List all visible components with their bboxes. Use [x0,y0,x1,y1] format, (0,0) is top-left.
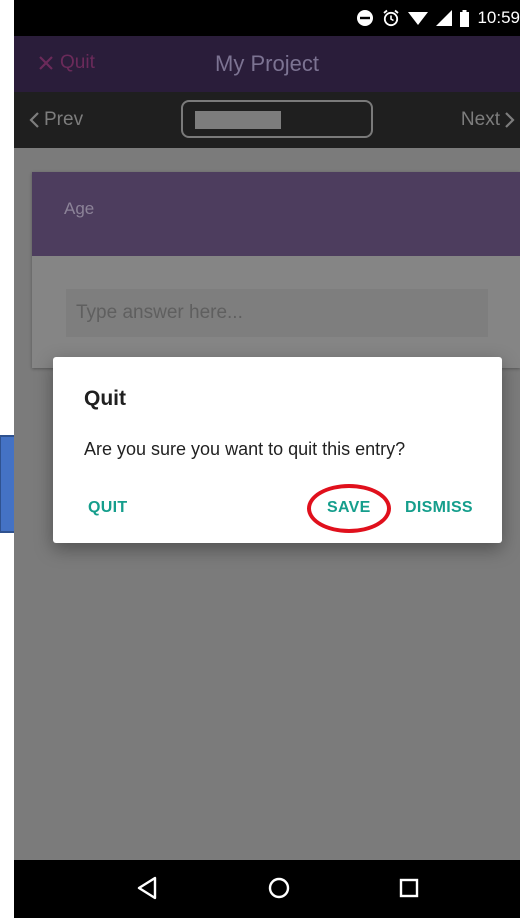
home-icon[interactable] [268,877,290,899]
chevron-left-icon [29,112,39,128]
app-bar: Quit My Project [14,36,520,92]
status-bar: 10:59 [14,0,520,36]
quit-button[interactable]: QUIT [88,499,127,517]
status-time: 10:59 [477,8,520,27]
save-highlight-ring [307,484,391,533]
alarm-icon [383,9,400,27]
phone-screen: 10:59 Quit My Project Prev Next Age Type… [14,0,520,918]
dismiss-button[interactable]: DISMISS [405,499,473,517]
answer-input[interactable] [66,289,488,337]
prev-button[interactable]: Prev [28,109,83,131]
battery-icon [460,9,470,27]
next-label: Next [460,109,500,130]
entry-nav-bar: Prev Next [14,92,520,148]
dialog-message: Are you sure you want to quit this entry… [84,439,406,459]
question-card: Age [32,172,520,368]
quit-dialog: Quit Are you sure you want to quit this … [53,357,502,543]
do-not-disturb-icon [357,10,374,26]
prev-label: Prev [44,109,84,130]
back-icon[interactable] [136,876,158,900]
progress-fill [195,111,281,129]
question-label: Age [64,199,95,218]
dialog-title: Quit [84,387,126,410]
system-navigation-bar [14,860,520,918]
progress-indicator [181,100,373,138]
cell-signal-icon [436,10,453,26]
next-button[interactable]: Next [461,109,516,131]
chevron-right-icon [505,112,515,128]
wifi-icon [408,12,429,25]
question-header: Age [32,172,520,256]
recents-icon[interactable] [399,878,419,898]
page-title: My Project [215,51,319,76]
